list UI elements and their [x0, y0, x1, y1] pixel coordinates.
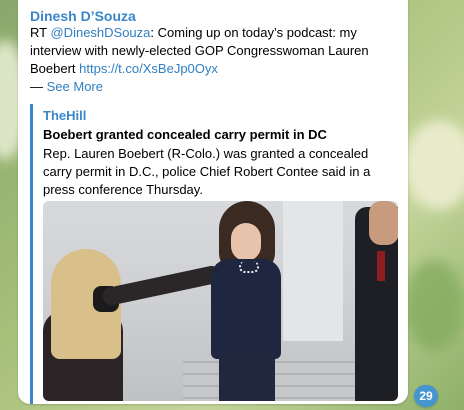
- retweet-prefix: RT: [30, 25, 51, 40]
- mention-link[interactable]: @DineshDSouza: [50, 25, 150, 40]
- background-leaf: [404, 260, 464, 350]
- unread-count-badge[interactable]: 29: [414, 385, 438, 407]
- link-preview[interactable]: TheHill Boebert granted concealed carry …: [30, 104, 400, 404]
- photo-man-face: [369, 201, 398, 245]
- photo-pearls: [239, 261, 259, 273]
- photo-pointing-arm: [101, 264, 223, 307]
- preview-site-name: TheHill: [43, 108, 87, 123]
- message-bubble: Dinesh D’Souza RT @DineshDSouza: Coming …: [18, 0, 408, 404]
- photo-column: [283, 201, 343, 341]
- preview-description: Rep. Lauren Boebert (R-Colo.) was grante…: [43, 146, 371, 197]
- photo-woman-face: [231, 223, 261, 261]
- url-link[interactable]: https://t.co/XsBeJp0Oyx: [79, 61, 218, 76]
- dash: —: [30, 79, 47, 94]
- see-more-line: — See More: [30, 79, 103, 94]
- photo-woman-skirt: [219, 351, 275, 401]
- background-flower: [404, 120, 464, 210]
- photo-man-tie: [377, 251, 385, 281]
- see-more-link[interactable]: See More: [47, 79, 103, 94]
- preview-photo[interactable]: [43, 201, 398, 401]
- sender-name[interactable]: Dinesh D’Souza: [30, 8, 136, 24]
- preview-title: Boebert granted concealed carry permit i…: [43, 127, 327, 142]
- message-text: RT @DineshDSouza: Coming up on today’s p…: [30, 24, 390, 78]
- photo-woman-coat: [211, 259, 281, 359]
